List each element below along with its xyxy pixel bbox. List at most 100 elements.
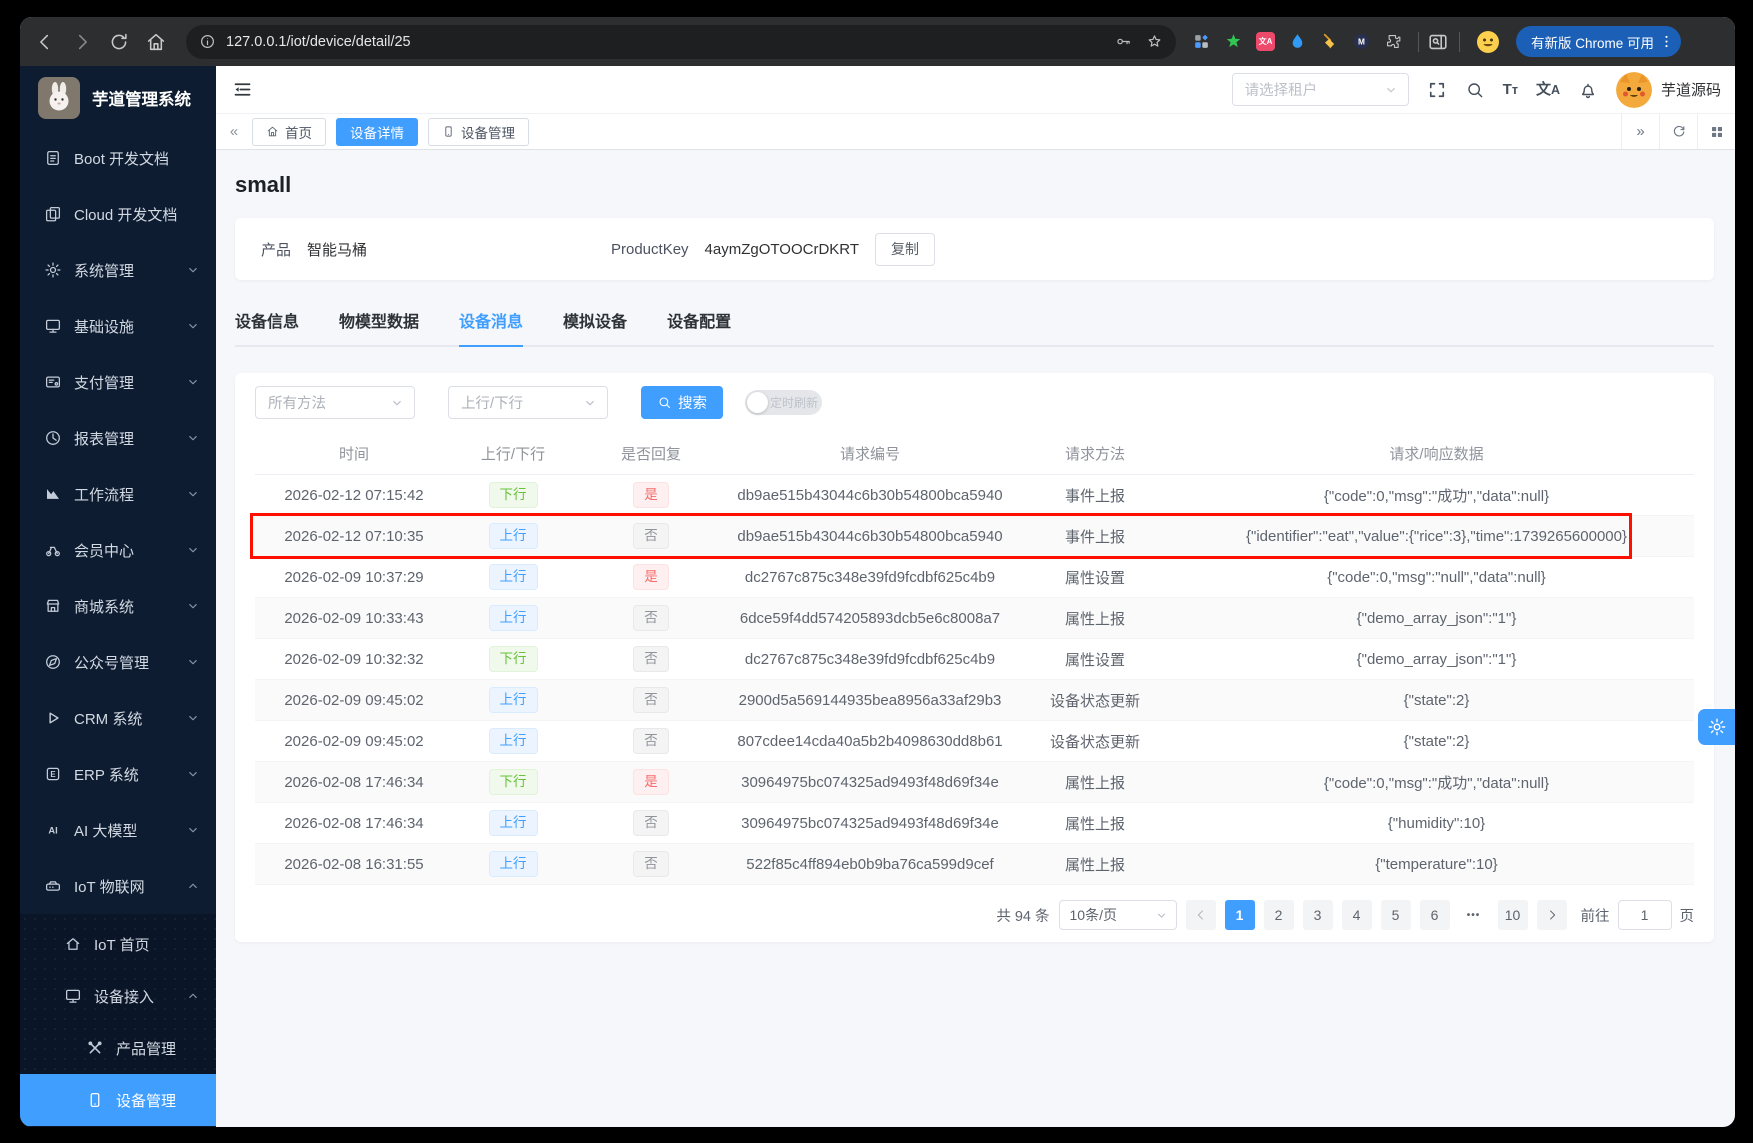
chrome-update-button[interactable]: 有新版 Chrome 可用 bbox=[1516, 26, 1681, 57]
browser-forward-icon[interactable] bbox=[71, 31, 93, 53]
sidebar-item-8[interactable]: 商城系统 bbox=[20, 578, 216, 634]
extension-star-icon[interactable] bbox=[1224, 32, 1243, 51]
sidebar-item-1[interactable]: Cloud 开发文档 bbox=[20, 186, 216, 242]
browser-home-icon[interactable] bbox=[145, 31, 167, 53]
password-key-icon[interactable] bbox=[1115, 33, 1132, 50]
browser-menu-icon[interactable] bbox=[1658, 33, 1675, 50]
page-button-6[interactable]: 6 bbox=[1420, 900, 1450, 930]
notifications-bell-icon[interactable] bbox=[1578, 80, 1598, 100]
sidebar-item-10[interactable]: CRM 系统 bbox=[20, 690, 216, 746]
sidebar-item-9[interactable]: 公众号管理 bbox=[20, 634, 216, 690]
cell-request-id: dc2767c875c348e39fd9fcdbf625c4b9 bbox=[729, 569, 1011, 586]
detail-tab-2[interactable]: 设备消息 bbox=[459, 308, 523, 347]
sidebar-item-label: 商城系统 bbox=[74, 596, 186, 617]
bookmark-star-icon[interactable] bbox=[1146, 33, 1163, 50]
tenant-placeholder: 请选择租户 bbox=[1245, 79, 1384, 100]
url-bar[interactable]: 127.0.0.1/iot/device/detail/25 bbox=[186, 25, 1176, 59]
sidebar-item-5[interactable]: 报表管理 bbox=[20, 410, 216, 466]
tabs-scroll-left-icon[interactable]: « bbox=[216, 114, 252, 149]
prev-page-button[interactable] bbox=[1186, 900, 1216, 930]
browser-back-icon[interactable] bbox=[34, 31, 56, 53]
page-button-5[interactable]: 5 bbox=[1381, 900, 1411, 930]
direction-select[interactable]: 上行/下行 bbox=[448, 386, 608, 419]
pagination-ellipsis[interactable]: ••• bbox=[1459, 900, 1489, 930]
detail-tab-0[interactable]: 设备信息 bbox=[235, 308, 299, 347]
page-button-10[interactable]: 10 bbox=[1498, 900, 1528, 930]
column-header: 是否回复 bbox=[573, 443, 729, 464]
extension-drop-icon[interactable] bbox=[1288, 32, 1307, 51]
page-tab-0[interactable]: 首页 bbox=[252, 118, 326, 146]
sidebar-item-13[interactable]: IoT 物联网 bbox=[20, 858, 216, 914]
browser-reload-icon[interactable] bbox=[108, 31, 130, 53]
fullscreen-icon[interactable] bbox=[1427, 80, 1447, 100]
cell-direction: 上行 bbox=[453, 687, 573, 713]
flow-icon bbox=[44, 485, 62, 503]
page-tab-2[interactable]: 设备管理 bbox=[428, 118, 529, 146]
toggle-label: 定时刷新 bbox=[768, 394, 820, 411]
detail-tab-1[interactable]: 物模型数据 bbox=[339, 308, 419, 347]
method-select[interactable]: 所有方法 bbox=[255, 386, 415, 419]
settings-fab[interactable] bbox=[1698, 709, 1735, 745]
cell-method: 设备状态更新 bbox=[1011, 731, 1179, 752]
user-avatar[interactable] bbox=[1616, 72, 1652, 108]
page-button-3[interactable]: 3 bbox=[1303, 900, 1333, 930]
chevron-down-icon bbox=[186, 487, 200, 501]
user-name[interactable]: 芋道源码 bbox=[1661, 79, 1721, 100]
cell-payload: {"code":0,"msg":"成功","data":null} bbox=[1179, 485, 1694, 506]
sidebar-item-12[interactable]: AIAI 大模型 bbox=[20, 802, 216, 858]
extension-grid-icon[interactable] bbox=[1192, 32, 1211, 51]
url-text[interactable]: 127.0.0.1/iot/device/detail/25 bbox=[226, 34, 411, 50]
app-logo[interactable]: 芋道管理系统 bbox=[20, 66, 216, 130]
page-button-4[interactable]: 4 bbox=[1342, 900, 1372, 930]
tools-icon bbox=[86, 1039, 104, 1057]
copy-button[interactable]: 复制 bbox=[875, 233, 935, 266]
search-button[interactable]: 搜索 bbox=[641, 386, 723, 419]
extension-translate-icon[interactable]: 文A bbox=[1256, 32, 1275, 51]
page-button-1[interactable]: 1 bbox=[1225, 900, 1255, 930]
next-page-button[interactable] bbox=[1537, 900, 1567, 930]
collapse-menu-icon[interactable] bbox=[232, 79, 253, 100]
sidebar-item-7[interactable]: 会员中心 bbox=[20, 522, 216, 578]
sidebar-item-6[interactable]: 工作流程 bbox=[20, 466, 216, 522]
tenant-select[interactable]: 请选择租户 bbox=[1232, 73, 1409, 106]
sidebar-subitem-2[interactable]: 产品管理 bbox=[20, 1022, 216, 1074]
cell-payload: {"demo_array_json":"1"} bbox=[1179, 651, 1694, 668]
sidebar-subitem-1[interactable]: 设备接入 bbox=[20, 970, 216, 1022]
cell-direction: 上行 bbox=[453, 605, 573, 631]
sidebar-subitem-3[interactable]: 设备管理 bbox=[20, 1074, 216, 1126]
font-size-icon[interactable]: Tт bbox=[1503, 80, 1518, 100]
site-info-icon[interactable] bbox=[199, 33, 216, 50]
profile-avatar[interactable] bbox=[1476, 30, 1500, 54]
search-icon[interactable] bbox=[1465, 80, 1485, 100]
auto-refresh-toggle[interactable]: 定时刷新 bbox=[745, 390, 822, 415]
sidebar-item-2[interactable]: 系统管理 bbox=[20, 242, 216, 298]
sidebar-item-0[interactable]: Boot 开发文档 bbox=[20, 130, 216, 186]
extension-m-icon[interactable]: M bbox=[1352, 32, 1371, 51]
tabs-more-icon[interactable]: » bbox=[1621, 114, 1659, 149]
sidebar-item-3[interactable]: 基础设施 bbox=[20, 298, 216, 354]
detail-tab-3[interactable]: 模拟设备 bbox=[563, 308, 627, 347]
detail-tab-4[interactable]: 设备配置 bbox=[667, 308, 731, 347]
translate-icon[interactable]: 文A bbox=[1536, 80, 1560, 100]
goto-page-input[interactable] bbox=[1618, 900, 1672, 930]
side-panel-search-icon[interactable] bbox=[1427, 31, 1449, 53]
logo-image bbox=[38, 77, 80, 119]
sidebar-subitem-0[interactable]: IoT 首页 bbox=[20, 918, 216, 970]
page-size-select[interactable]: 10条/页 bbox=[1059, 900, 1177, 930]
extensions-puzzle-icon[interactable] bbox=[1384, 32, 1403, 51]
page-tab-1[interactable]: 设备详情 bbox=[336, 118, 418, 146]
sidebar-item-11[interactable]: EERP 系统 bbox=[20, 746, 216, 802]
reply-tag: 是 bbox=[633, 769, 669, 795]
home-b-icon bbox=[266, 125, 279, 138]
extension-broom-icon[interactable] bbox=[1320, 32, 1339, 51]
sidebar-item-4[interactable]: 支付管理 bbox=[20, 354, 216, 410]
mp-icon bbox=[44, 653, 62, 671]
svg-text:AI: AI bbox=[48, 825, 57, 835]
tabs-layout-icon[interactable] bbox=[1697, 114, 1735, 149]
table-row: 2026-02-09 09:45:02上行否807cdee14cda40a5b2… bbox=[255, 721, 1694, 762]
page-button-2[interactable]: 2 bbox=[1264, 900, 1294, 930]
cell-payload: {"humidity":10} bbox=[1179, 815, 1694, 832]
filter-bar: 所有方法 上行/下行 搜索 定时刷新 bbox=[255, 386, 1694, 419]
chevron-down-icon bbox=[186, 263, 200, 277]
tabs-refresh-icon[interactable] bbox=[1659, 114, 1697, 149]
